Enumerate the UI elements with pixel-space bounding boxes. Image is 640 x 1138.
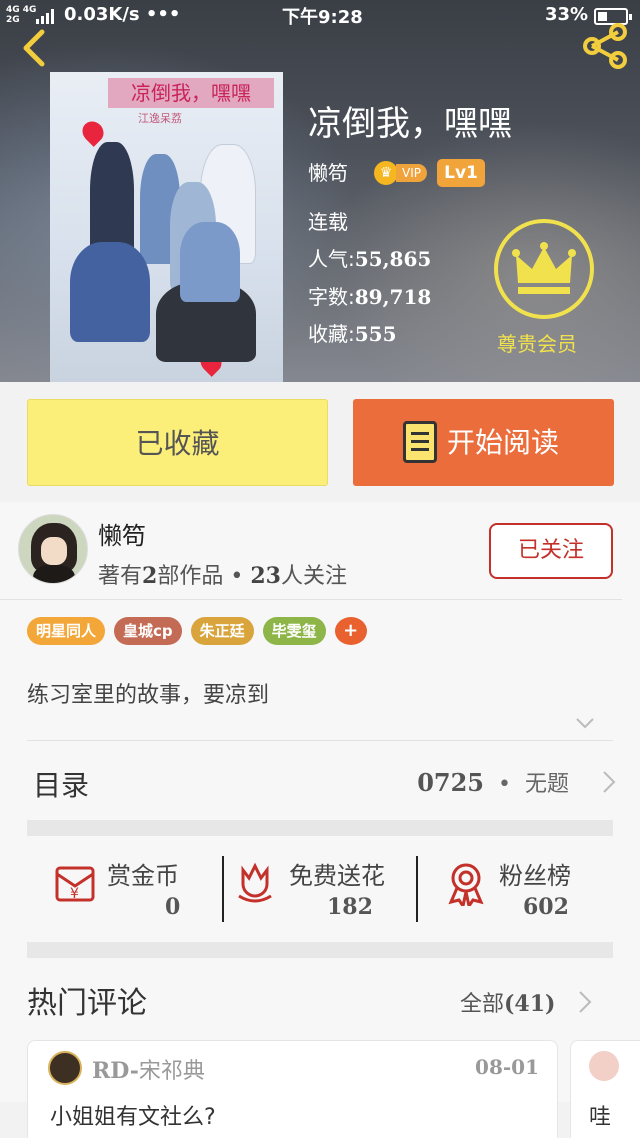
book-cover: 凉倒我，嘿嘿 江逸呆荔 bbox=[50, 72, 283, 382]
svg-text:¥: ¥ bbox=[70, 886, 79, 902]
author-name[interactable]: 懒笱 bbox=[98, 516, 146, 551]
book-popularity: 人气:55,865 bbox=[308, 247, 432, 271]
back-button[interactable] bbox=[12, 22, 60, 70]
tag-item[interactable]: 皇城cp bbox=[114, 617, 182, 645]
avatar[interactable] bbox=[589, 1051, 619, 1081]
network-speed: 0.03K/s ••• bbox=[64, 4, 181, 25]
book-header: 4G 4G 2G 0.03K/s ••• 下午9:28 33% 凉倒我，嘿嘿 江逸… bbox=[0, 0, 640, 382]
book-favorites: 收藏:555 bbox=[308, 322, 397, 346]
reward-coins[interactable]: ¥ 赏金币 0 bbox=[49, 852, 209, 932]
comment-card[interactable]: RD-宋祁典 08-01 小姐姐有文社么? bbox=[27, 1040, 558, 1138]
table-of-contents-row[interactable]: 目录 0725 • 无题 bbox=[27, 742, 616, 822]
action-buttons: 已收藏 开始阅读 bbox=[0, 382, 640, 502]
chevron-down-icon[interactable] bbox=[575, 713, 595, 733]
medal-icon bbox=[448, 863, 484, 906]
author-stats: 著有2部作品 • 23人关注 bbox=[98, 563, 347, 589]
crown-icon: ♛ bbox=[374, 161, 398, 185]
toc-label: 目录 bbox=[33, 769, 90, 802]
book-summary: 练习室里的故事，要凉到 bbox=[27, 683, 270, 708]
cover-subtitle: 江逸呆荔 bbox=[138, 112, 182, 125]
member-button[interactable] bbox=[494, 219, 594, 319]
latest-chapter: 0725 • 无题 bbox=[417, 768, 569, 797]
hot-comments-title: 热门评论 bbox=[27, 986, 147, 1021]
share-button[interactable] bbox=[578, 22, 632, 70]
section-separator bbox=[27, 942, 613, 958]
chevron-right-icon[interactable] bbox=[578, 990, 592, 1014]
comment-text: 哇 bbox=[589, 1105, 612, 1130]
book-title: 凉倒我，嘿嘿 bbox=[308, 104, 512, 144]
member-label[interactable]: 尊贵会员 bbox=[497, 328, 577, 357]
add-tag-button[interactable]: + bbox=[334, 617, 367, 645]
divider bbox=[27, 740, 613, 741]
comment-text: 小姐姐有文社么? bbox=[50, 1105, 216, 1130]
avatar[interactable] bbox=[18, 514, 88, 584]
book-author[interactable]: 懒笱 bbox=[308, 157, 348, 186]
book-details: 懒笱 著有2部作品 • 23人关注 已关注 明星同人 皇城cp 朱正廷 毕雯玺 … bbox=[0, 502, 640, 1138]
tag-list: 明星同人 皇城cp 朱正廷 毕雯玺 + bbox=[27, 617, 367, 645]
comment-card[interactable]: 哇 bbox=[570, 1040, 640, 1138]
divider bbox=[0, 599, 622, 600]
clock: 下午9:28 bbox=[282, 7, 363, 28]
status-bar: 4G 4G 2G 0.03K/s ••• 下午9:28 33% bbox=[0, 0, 640, 32]
flower-icon bbox=[238, 862, 272, 903]
section-separator bbox=[27, 820, 613, 836]
tag-item[interactable]: 明星同人 bbox=[27, 617, 106, 645]
fans-ranking[interactable]: 粉丝榜 602 bbox=[445, 852, 615, 932]
cover-figure bbox=[180, 222, 240, 302]
chevron-left-icon bbox=[23, 29, 45, 67]
book-word-count: 字数:89,718 bbox=[308, 285, 432, 309]
crown-icon bbox=[512, 242, 576, 294]
book-icon bbox=[403, 421, 437, 463]
all-comments-link[interactable]: 全部(41) bbox=[460, 986, 555, 1018]
comment-date: 08-01 bbox=[475, 1055, 539, 1079]
vip-badge: ♛ VIP bbox=[374, 160, 427, 186]
red-envelope-icon: ¥ bbox=[55, 866, 95, 902]
start-reading-button[interactable]: 开始阅读 bbox=[353, 399, 614, 486]
comment-username[interactable]: RD-宋祁典 bbox=[92, 1053, 205, 1085]
cover-figure bbox=[70, 242, 150, 342]
book-status: 连载 bbox=[308, 210, 348, 234]
free-flowers[interactable]: 免费送花 182 bbox=[235, 852, 415, 932]
tag-item[interactable]: 毕雯玺 bbox=[262, 617, 326, 645]
collected-button[interactable]: 已收藏 bbox=[27, 399, 328, 486]
avatar[interactable] bbox=[48, 1051, 82, 1085]
cover-title: 凉倒我，嘿嘿 bbox=[108, 78, 274, 108]
chevron-right-icon bbox=[603, 771, 616, 793]
tag-item[interactable]: 朱正廷 bbox=[190, 617, 254, 645]
follow-button[interactable]: 已关注 bbox=[489, 523, 613, 579]
share-icon bbox=[583, 23, 627, 69]
stat-divider bbox=[416, 856, 418, 922]
stat-divider bbox=[222, 856, 224, 922]
reward-stats: ¥ 赏金币 0 免费送花 182 粉丝榜 602 bbox=[27, 842, 613, 942]
level-badge: Lv1 bbox=[437, 159, 485, 187]
